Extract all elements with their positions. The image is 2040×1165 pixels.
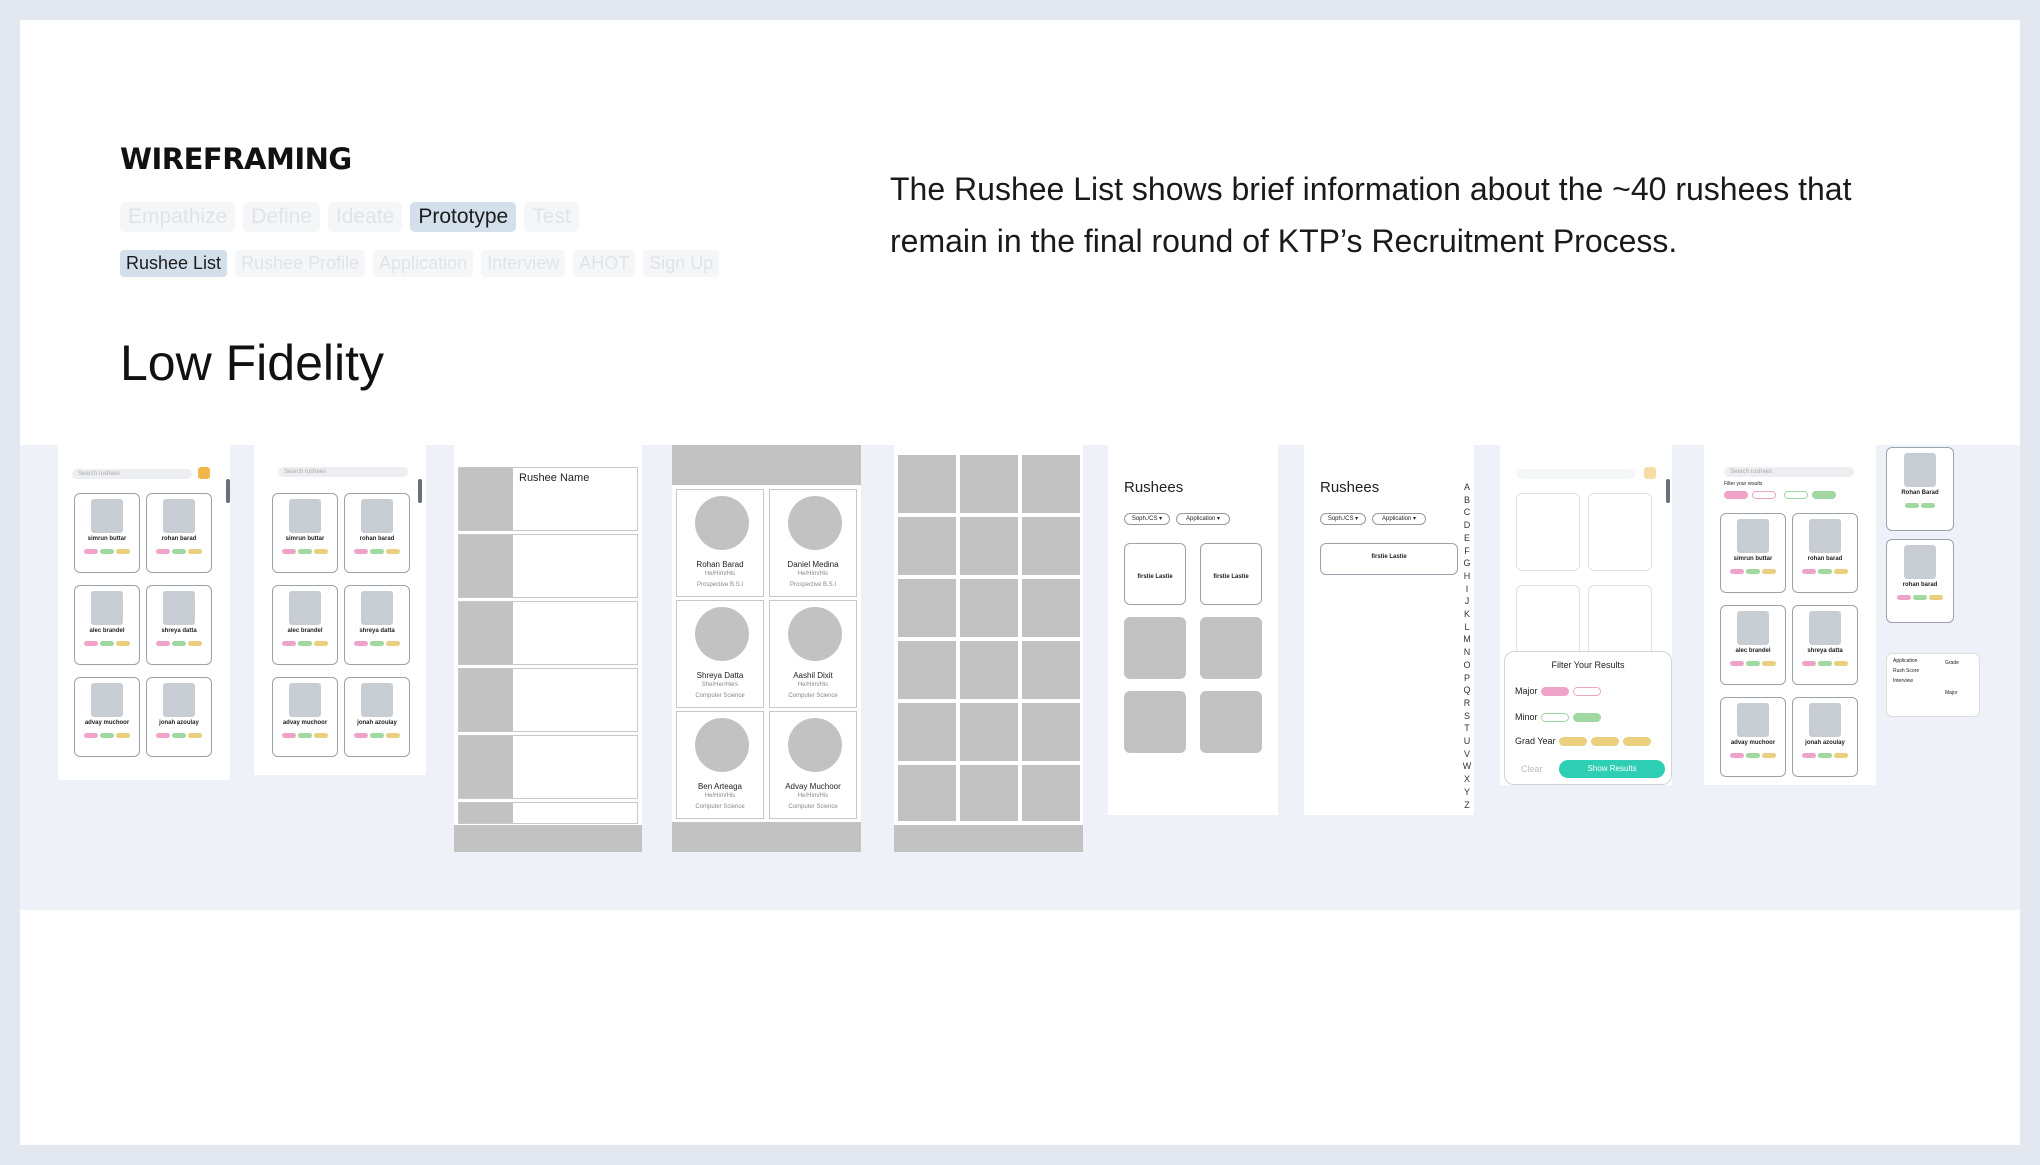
profile-card[interactable]: Shreya Datta She/Her/Hers Computer Science (676, 600, 764, 708)
avatar (289, 591, 321, 625)
wireframe-rushee-grid-filtered: Search rushees Filter your results simru… (1704, 445, 1892, 785)
wireframe-filter-panel: Filter Your Results Major Minor Grad Yea… (1500, 445, 1672, 785)
wireframe-rushees-alpha: Rushees Soph./CS ▾ Application ▾ firstie… (1304, 445, 1474, 815)
wireframe-profile-grid: Rohan Barad He/Him/His Prospective B.S.I D… (672, 445, 861, 852)
avatar (91, 591, 123, 625)
tab-sign-up[interactable]: Sign Up (643, 250, 720, 277)
slide: WIREFRAMING Empathize Define Ideate Prot… (20, 20, 2020, 1145)
rushee-card[interactable]: jonah azoulay (1792, 697, 1858, 777)
wireframe-rushees-cards: Rushees Soph./CS ▾ Application ▾ firstie… (1108, 445, 1278, 815)
section-title: Low Fidelity (120, 335, 384, 391)
tab-ahot[interactable]: AHOT (573, 250, 636, 277)
tab-rushee-list[interactable]: Rushee List (120, 250, 228, 277)
rushee-card[interactable]: rohan barad (1792, 513, 1858, 593)
filter-sheet: Filter Your Results Major Minor Grad Yea… (1504, 651, 1672, 785)
rushee-name-label: Rushee Name (519, 472, 590, 484)
tab-interview[interactable]: Interview (481, 250, 566, 277)
rushee-card[interactable]: jonah azoulay (146, 677, 212, 757)
description: The Rushee List shows brief information … (890, 171, 1852, 259)
rushee-card[interactable]: jonah azoulay (344, 677, 410, 757)
rushee-card[interactable]: advay muchoor (272, 677, 338, 757)
avatar (361, 683, 393, 717)
rushee-card[interactable]: firstie Lastie (1200, 543, 1262, 605)
rushee-card[interactable]: rohan barad (344, 493, 410, 573)
phase-tabs: Empathize Define Ideate Prototype Test (120, 202, 579, 232)
profile-card[interactable]: Rohan Barad He/Him/His Prospective B.S.I (676, 489, 764, 597)
avatar (361, 591, 393, 625)
tab-application[interactable]: Application (373, 250, 474, 277)
profile-card[interactable]: Ben Arteaga He/Him/His Computer Science (676, 711, 764, 819)
rushee-card[interactable]: firstie Lastie (1124, 543, 1186, 605)
scrollbar[interactable] (226, 479, 230, 503)
wireframe-rushee-grid-2: Search rushees simrun buttar rohan barad… (254, 445, 426, 775)
avatar (1904, 545, 1936, 579)
filter-application-dropdown[interactable]: Application ▾ (1176, 513, 1230, 525)
rushee-card[interactable]: alec brandel (1720, 605, 1786, 685)
filter-title: Filter Your Results (1551, 660, 1625, 670)
avatar (163, 591, 195, 625)
rushee-card[interactable]: advay muchoor (1720, 697, 1786, 777)
profile-card[interactable]: Aashil Dixit He/Him/His Computer Science (769, 600, 857, 708)
rushees-heading: Rushees (1124, 479, 1184, 496)
rushee-card[interactable]: alec brandel (272, 585, 338, 665)
rushee-card[interactable]: simrun buttar (272, 493, 338, 573)
avatar (163, 683, 195, 717)
wireframe-gallery: Search rushees simrun buttar rohan barad… (20, 445, 2020, 910)
filter-soph-dropdown[interactable]: Soph./CS ▾ (1124, 513, 1170, 525)
tab-define[interactable]: Define (243, 202, 320, 232)
page-title: WIREFRAMING (120, 142, 352, 176)
rushee-card[interactable]: alec brandel (74, 585, 140, 665)
avatar (1809, 519, 1841, 553)
search-input[interactable]: Search rushees (278, 467, 408, 477)
wireframe-row-list: Rushee Name (454, 445, 642, 852)
tab-test[interactable]: Test (524, 202, 579, 232)
filter-soph-dropdown[interactable]: Soph./CS ▾ (1320, 513, 1366, 525)
rushee-card[interactable]: advay muchoor (74, 677, 140, 757)
scrollbar[interactable] (418, 479, 422, 503)
tab-ideate[interactable]: Ideate (327, 202, 403, 232)
avatar (1904, 453, 1936, 487)
tab-prototype[interactable]: Prototype (410, 202, 517, 232)
tab-rushee-profile[interactable]: Rushee Profile (235, 250, 366, 277)
rushee-card[interactable]: shreya datta (146, 585, 212, 665)
rushee-card[interactable]: rohan barad (146, 493, 212, 573)
rushee-card[interactable]: simrun buttar (74, 493, 140, 573)
avatar (163, 499, 195, 533)
show-results-button[interactable]: Show Results (1559, 760, 1665, 778)
avatar (91, 683, 123, 717)
side-score-table: Application Rush Score Interview Grade M… (1886, 653, 1980, 717)
avatar (1737, 519, 1769, 553)
search-input[interactable]: Search rushees (1724, 467, 1854, 477)
avatar (361, 499, 393, 533)
filter-application-dropdown[interactable]: Application ▾ (1372, 513, 1426, 525)
side-rushee-card[interactable]: Rohan Barad (1886, 447, 1954, 531)
avatar (289, 499, 321, 533)
avatar (1809, 611, 1841, 645)
rushee-card[interactable]: shreya datta (1792, 605, 1858, 685)
rushee-card[interactable]: shreya datta (344, 585, 410, 665)
avatar (289, 683, 321, 717)
filter-icon[interactable] (198, 467, 210, 479)
tab-empathize[interactable]: Empathize (120, 202, 236, 232)
wireframe-rushee-grid-1: Search rushees simrun buttar rohan barad… (58, 445, 230, 780)
profile-card[interactable]: Advay Muchoor He/Him/His Computer Science (769, 711, 857, 819)
profile-card[interactable]: Daniel Medina He/Him/His Prospective B.S.I (769, 489, 857, 597)
avatar (1737, 703, 1769, 737)
rushee-card[interactable]: simrun buttar (1720, 513, 1786, 593)
search-input[interactable]: Search rushees (72, 469, 192, 479)
avatar (1809, 703, 1841, 737)
avatar (1737, 611, 1769, 645)
clear-button[interactable]: Clear (1521, 764, 1543, 774)
rushee-list-item[interactable]: firstie Lastie (1320, 543, 1458, 575)
side-rushee-card[interactable]: rohan barad (1886, 539, 1954, 623)
wireframe-box-grid (894, 445, 1083, 852)
rushees-heading: Rushees (1320, 479, 1380, 496)
avatar (91, 499, 123, 533)
screen-tabs: Rushee List Rushee Profile Application I… (120, 250, 720, 277)
